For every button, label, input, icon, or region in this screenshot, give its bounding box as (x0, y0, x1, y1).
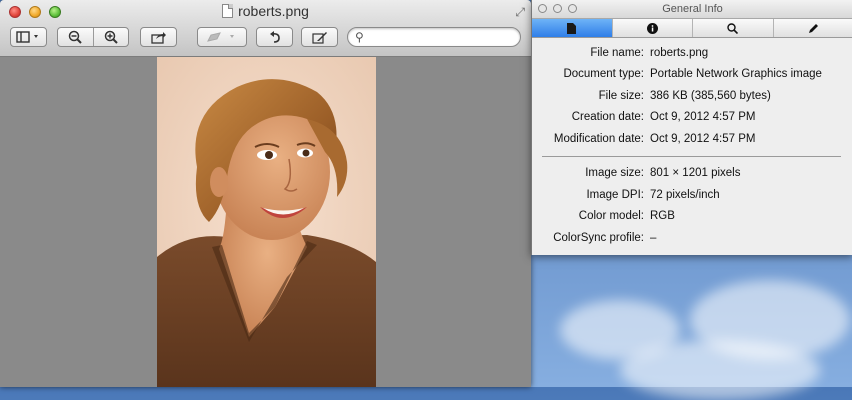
minimize-button[interactable] (553, 4, 562, 13)
creation-date-value: Oct 9, 2012 4:57 PM (650, 111, 852, 123)
zoom-in-button[interactable] (93, 28, 129, 46)
zoom-out-icon (68, 30, 82, 44)
annotations-pen-icon (808, 23, 819, 34)
colorsync-profile-label: ColorSync profile: (532, 232, 650, 244)
search-input[interactable] (370, 29, 519, 47)
document-icon (567, 23, 576, 34)
modification-date-row: Modification date: Oct 9, 2012 4:57 PM (532, 128, 852, 150)
info-titlebar: General Info (532, 0, 852, 19)
section-divider (542, 156, 841, 157)
creation-date-label: Creation date: (532, 111, 650, 123)
file-size-value: 386 KB (385,560 bytes) (650, 90, 852, 102)
preview-titlebar: roberts.png ⤢ (0, 0, 531, 57)
sidebar-view-button[interactable] (10, 27, 47, 47)
rotate-icon (269, 30, 281, 44)
portrait-image (157, 57, 376, 387)
edit-toolbar-button[interactable] (301, 27, 338, 47)
document-canvas[interactable] (0, 57, 531, 387)
file-name-value: roberts.png (650, 47, 852, 59)
window-title: roberts.png (0, 3, 531, 19)
tab-keywords[interactable] (692, 19, 773, 37)
image-dpi-value: 72 pixels/inch (650, 189, 852, 201)
search-icon: ⚲ (355, 30, 364, 44)
info-icon (647, 23, 658, 34)
color-model-value: RGB (650, 210, 852, 222)
close-button[interactable] (538, 4, 547, 13)
image-dpi-label: Image DPI: (532, 189, 650, 201)
keyword-search-icon (727, 23, 738, 34)
creation-date-row: Creation date: Oct 9, 2012 4:57 PM (532, 107, 852, 129)
zoom-in-icon (104, 30, 118, 44)
info-title: General Info (662, 3, 723, 15)
general-info-panel: General Info Fil (531, 0, 852, 255)
color-model-label: Color model: (532, 210, 650, 222)
inspector-tabs (532, 19, 852, 38)
search-field[interactable]: ⚲ (347, 27, 521, 47)
color-model-row: Color model: RGB (532, 206, 852, 228)
rotate-button[interactable] (256, 27, 293, 47)
preview-window: roberts.png ⤢ (0, 0, 531, 387)
file-size-row: File size: 386 KB (385,560 bytes) (532, 85, 852, 107)
image-size-value: 801 × 1201 pixels (650, 167, 852, 179)
file-name-label: File name: (532, 47, 650, 59)
colorsync-profile-row: ColorSync profile: – (532, 227, 852, 249)
zoom-control (57, 27, 129, 47)
pen-tool-icon (206, 31, 238, 43)
tab-more-info[interactable] (612, 19, 693, 37)
window-title-text: roberts.png (238, 3, 309, 19)
share-icon (151, 31, 167, 44)
fullscreen-icon[interactable]: ⤢ (515, 5, 525, 20)
image-dpi-row: Image DPI: 72 pixels/inch (532, 184, 852, 206)
markup-tools-button[interactable] (197, 27, 247, 47)
share-button[interactable] (140, 27, 177, 47)
modification-date-label: Modification date: (532, 133, 650, 145)
tab-annotations[interactable] (773, 19, 852, 37)
edit-icon (312, 31, 328, 44)
info-details: File name: roberts.png Document type: Po… (532, 38, 852, 249)
desktop-cloud (620, 340, 820, 400)
image-size-row: Image size: 801 × 1201 pixels (532, 163, 852, 185)
tab-general-info[interactable] (532, 19, 612, 37)
document-type-value: Portable Network Graphics image (650, 68, 852, 80)
modification-date-value: Oct 9, 2012 4:57 PM (650, 133, 852, 145)
file-size-label: File size: (532, 90, 650, 102)
zoom-out-button[interactable] (58, 28, 93, 46)
sidebar-view-icon (16, 31, 42, 43)
image-size-label: Image size: (532, 167, 650, 179)
colorsync-profile-value: – (650, 232, 852, 244)
document-proxy-icon[interactable] (222, 4, 233, 18)
zoom-button[interactable] (568, 4, 577, 13)
document-type-label: Document type: (532, 68, 650, 80)
file-name-row: File name: roberts.png (532, 42, 852, 64)
document-type-row: Document type: Portable Network Graphics… (532, 64, 852, 86)
